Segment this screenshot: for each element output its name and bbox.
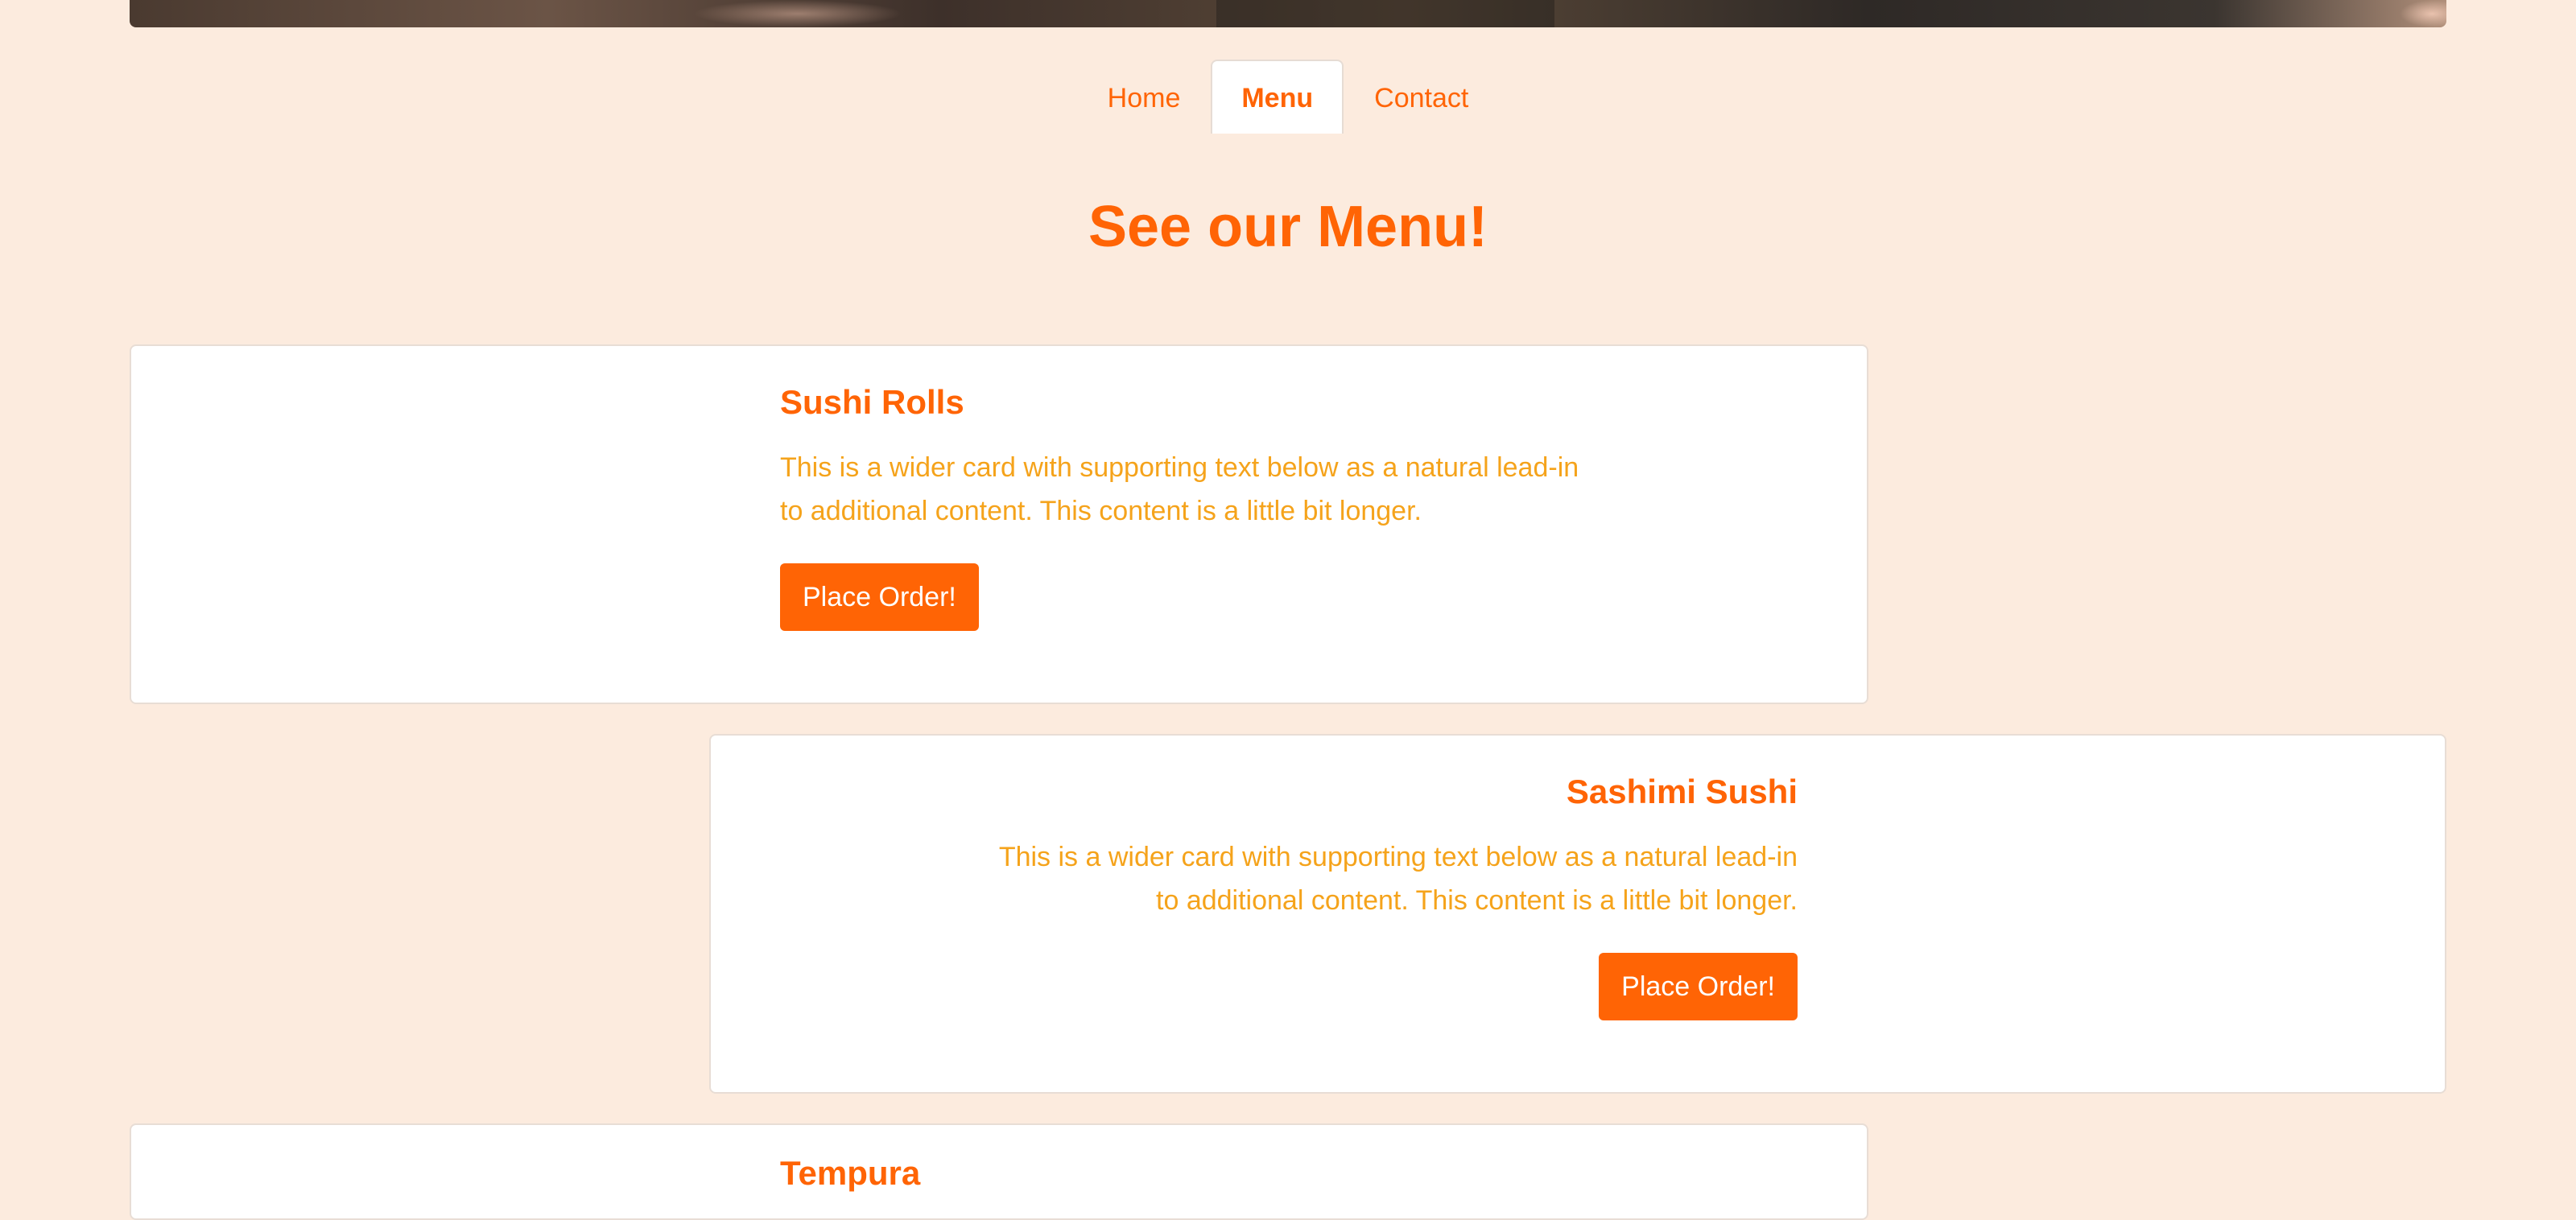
place-order-button[interactable]: Place Order! — [1599, 953, 1798, 1020]
nav-item-menu[interactable]: Menu — [1211, 60, 1344, 134]
nav-item-contact[interactable]: Contact — [1344, 60, 1499, 134]
card-title: Tempura — [780, 1154, 921, 1192]
card-title: Sashimi Sushi — [1566, 773, 1798, 810]
card-text: This is a wider card with supporting tex… — [780, 452, 1579, 526]
menu-card-sushi-rolls: Sushi Rolls This is a wider card with su… — [130, 344, 1868, 704]
hero-image — [130, 0, 2446, 27]
card-body: Sashimi Sushi This is a wider card with … — [993, 736, 1798, 1020]
main-nav: Home Menu Contact — [0, 60, 2576, 134]
card-body: Sushi Rolls This is a wider card with su… — [780, 346, 1585, 631]
card-body: Tempura — [780, 1125, 1585, 1197]
card-text: This is a wider card with supporting tex… — [998, 842, 1798, 916]
card-title: Sushi Rolls — [780, 383, 964, 421]
nav-item-home[interactable]: Home — [1077, 60, 1212, 134]
menu-card-sashimi-sushi: Sashimi Sushi This is a wider card with … — [709, 734, 2446, 1094]
place-order-button[interactable]: Place Order! — [780, 563, 979, 631]
menu-card-tempura: Tempura — [130, 1123, 1868, 1220]
page-title: See our Menu! — [1088, 195, 1488, 259]
